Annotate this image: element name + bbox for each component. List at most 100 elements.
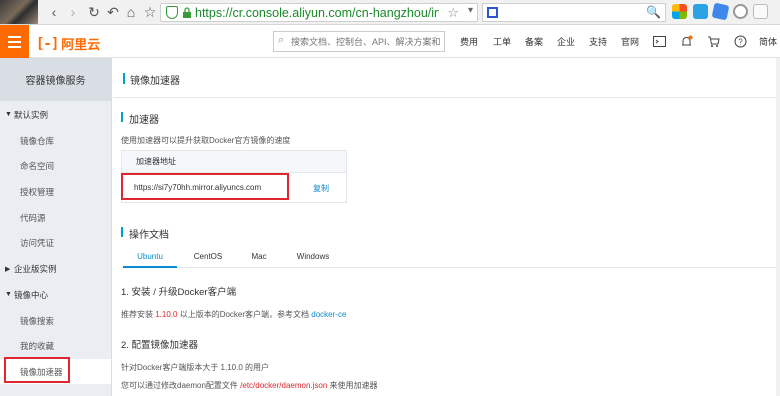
step2-line1: 针对Docker客户端版本大于 1.10.0 的用户 — [121, 363, 270, 372]
sidebar-item-credentials[interactable]: 访问凭证 — [0, 230, 111, 255]
table-header: 加速器地址 — [122, 151, 346, 173]
copy-button[interactable]: 复制 — [313, 183, 329, 194]
sidebar-group-label: 企业版实例 — [14, 263, 57, 274]
language-switch[interactable]: 简体 — [759, 25, 777, 58]
sidebar-group-enterprise[interactable]: ▶ 企业版实例 — [0, 256, 111, 281]
tab-mac[interactable]: Mac — [241, 250, 277, 268]
sidebar-group-label: 默认实例 — [14, 109, 49, 120]
step1-version: 1.10.0 — [155, 310, 178, 319]
menu-bar — [8, 45, 21, 48]
url-text: https://cr.console.aliyun.com/cn-hangzho… — [195, 6, 439, 20]
nav-link-official[interactable]: 官网 — [621, 25, 639, 58]
help-icon[interactable]: ? — [734, 35, 747, 48]
nav-link-icp[interactable]: 备案 — [525, 25, 543, 58]
sync-icon[interactable] — [733, 4, 748, 19]
sidebar-item-namespaces[interactable]: 命名空间 — [0, 153, 111, 178]
translate-icon[interactable] — [693, 4, 708, 19]
nav-link-label: 官网 — [621, 37, 640, 47]
nav-link-support[interactable]: 支持 — [589, 25, 607, 58]
sidebar-item-label: 镜像仓库 — [20, 135, 55, 146]
search-icon[interactable]: 🔍 — [646, 5, 661, 19]
back-icon[interactable]: ‹ — [45, 3, 63, 21]
nav-link-enterprise[interactable]: 企业 — [557, 25, 575, 58]
main-content: 镜像加速器 加速器 使用加速器可以提升获取Docker官方镜像的速度 加速器地址… — [113, 58, 780, 396]
scrollbar[interactable] — [776, 58, 780, 396]
sidebar-item-code-source[interactable]: 代码源 — [0, 205, 111, 230]
extension-icon[interactable] — [711, 2, 730, 21]
bell-icon[interactable] — [680, 35, 693, 48]
step2-title: 2. 配置镜像加速器 — [121, 340, 199, 351]
expand-icon: ▼ — [5, 291, 12, 298]
chevron-down-icon[interactable]: ▾ — [468, 5, 473, 16]
tab-centos[interactable]: CentOS — [185, 250, 231, 268]
bookmark-icon[interactable]: ☆ — [447, 5, 459, 21]
nav-link-fee[interactable]: 费用 — [460, 25, 478, 58]
menu-bar — [8, 35, 21, 38]
menu-bar — [8, 40, 21, 43]
highlight-box — [4, 357, 70, 383]
tab-thumbnail[interactable] — [0, 0, 38, 24]
address-bar[interactable]: https://cr.console.aliyun.com/cn-hangzho… — [160, 3, 478, 22]
nav-link-label: 企业 — [557, 37, 576, 47]
step1-text-pre: 推荐安装 — [121, 310, 156, 319]
language-label: 简体 — [759, 37, 778, 47]
sidebar: 容器镜像服务 ▼ 默认实例 镜像仓库 命名空间 授权管理 代码源 访问凭证 ▶ … — [0, 58, 112, 396]
docs-section-title: 操作文档 — [129, 230, 169, 241]
sidebar-item-label: 访问凭证 — [20, 237, 55, 248]
nav-link-label: 备案 — [525, 37, 544, 47]
sidebar-item-image-search[interactable]: 镜像搜索 — [0, 308, 111, 333]
step1-text: 推荐安装 1.10.0 以上版本的Docker客户端，参考文档 docker-c… — [121, 309, 346, 320]
search-engine-icon[interactable] — [487, 7, 498, 18]
search-icon: ⌕ — [278, 34, 285, 46]
step2-text-post: 来使用加速器 — [327, 381, 378, 390]
nav-link-label: 支持 — [589, 37, 608, 47]
docker-ce-link[interactable]: docker-ce — [311, 310, 346, 319]
forward-icon[interactable]: › — [64, 3, 82, 21]
sidebar-item-repos[interactable]: 镜像仓库 — [0, 128, 111, 153]
menu-icon[interactable] — [753, 4, 768, 19]
nav-link-label: 费用 — [460, 37, 479, 47]
page-header: 镜像加速器 — [113, 58, 780, 98]
console-search-input[interactable] — [291, 34, 441, 49]
sidebar-group-default[interactable]: ▼ 默认实例 — [0, 102, 111, 127]
daemon-json-path: /etc/docker/daemon.json — [240, 381, 328, 390]
shield-icon — [166, 6, 178, 19]
lock-icon — [183, 7, 191, 18]
accel-description: 使用加速器可以提升获取Docker官方镜像的速度 — [121, 136, 291, 145]
page-title: 镜像加速器 — [130, 76, 180, 87]
step1-title: 1. 安装 / 升级Docker客户端 — [121, 287, 237, 298]
sidebar-item-label: 授权管理 — [20, 186, 55, 197]
nav-link-label: 工单 — [493, 37, 512, 47]
os-tabs: Ubuntu CentOS Mac Windows — [121, 250, 780, 268]
expand-icon: ▶ — [5, 265, 11, 273]
nav-link-ticket[interactable]: 工单 — [493, 25, 511, 58]
star-icon[interactable]: ☆ — [141, 3, 159, 21]
cart-icon[interactable] — [707, 35, 720, 48]
undo-icon[interactable]: ↶ — [104, 3, 122, 21]
aliyun-logo[interactable]: [-] 阿里云 — [36, 34, 100, 53]
step2-line2: 您可以通过修改daemon配置文件 /etc/docker/daemon.jso… — [121, 380, 378, 391]
section-accent-bar — [121, 227, 123, 237]
aliyun-logo-name: 阿里云 — [61, 37, 101, 52]
sidebar-item-label: 命名空间 — [20, 160, 55, 171]
aliyun-logo-mark: [-] — [36, 35, 59, 52]
tab-windows[interactable]: Windows — [289, 250, 337, 268]
hamburger-menu-button[interactable] — [0, 25, 29, 58]
svg-text:?: ? — [738, 38, 743, 47]
browser-toolbar: ‹ › ↻ ↶ ⌂ ☆ https://cr.console.aliyun.co… — [0, 0, 780, 25]
home-icon[interactable]: ⌂ — [122, 3, 140, 21]
sidebar-item-label: 代码源 — [20, 212, 46, 223]
sidebar-item-authorization[interactable]: 授权管理 — [0, 179, 111, 204]
step1-text-mid: 以上版本的Docker客户端，参考文档 — [177, 310, 312, 319]
browser-search-box[interactable]: 🔍 — [482, 3, 666, 22]
terminal-icon[interactable] — [653, 35, 666, 48]
tab-ubuntu[interactable]: Ubuntu — [123, 250, 177, 268]
expand-icon: ▼ — [5, 111, 12, 118]
reload-icon[interactable]: ↻ — [85, 3, 103, 21]
console-search[interactable]: ⌕ — [273, 31, 445, 52]
sidebar-group-center[interactable]: ▼ 镜像中心 — [0, 282, 111, 307]
sidebar-item-label: 镜像搜索 — [20, 315, 55, 326]
grid-apps-icon[interactable] — [672, 4, 687, 19]
sidebar-item-favorites[interactable]: 我的收藏 — [0, 333, 111, 358]
title-accent-bar — [123, 73, 125, 84]
